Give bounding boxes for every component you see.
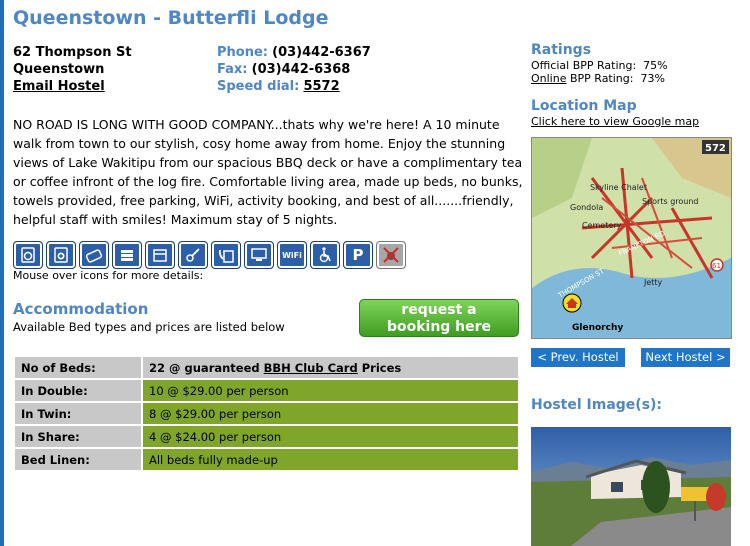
row-value: All beds fully made-up — [143, 449, 518, 470]
map-label: Jetty — [643, 278, 663, 287]
map-graphic: 572 Skyline Chalet Sports ground Gondola… — [532, 138, 731, 338]
hostel-photo[interactable] — [531, 427, 731, 546]
row-value: 4 @ $24.00 per person — [143, 426, 518, 447]
photo-graphic — [531, 427, 731, 546]
computer-icon[interactable] — [244, 241, 274, 269]
row-label: In Share: — [15, 426, 141, 447]
page-title: Queenstown - Butterfli Lodge — [13, 7, 329, 29]
accommodation-subtext: Available Bed types and prices are liste… — [13, 320, 285, 334]
left-accent-bar — [0, 0, 4, 546]
wheelchair-icon[interactable] — [310, 241, 340, 269]
street-address: 62 Thompson St — [13, 45, 132, 60]
fax-number: (03)442-6368 — [251, 62, 351, 77]
table-row: In Share: 4 @ $24.00 per person — [15, 426, 518, 447]
book-line2: booking here — [386, 319, 492, 335]
accommodation-heading: Accommodation — [13, 300, 149, 318]
beds-table: No of Beds: 22 @ guaranteed BBH Club Car… — [13, 355, 520, 472]
email-hostel-link[interactable]: Email Hostel — [13, 78, 132, 95]
kitchen-icon[interactable] — [145, 241, 175, 269]
beds-count-value: 22 @ guaranteed BBH Club Card Prices — [143, 357, 518, 378]
dryer-icon[interactable] — [46, 241, 76, 269]
wifi-icon[interactable]: WiFi — [277, 241, 307, 269]
location-map-heading: Location Map — [531, 98, 637, 114]
row-value: 10 @ $29.00 per person — [143, 380, 518, 401]
map-label: Skyline Chalet — [590, 183, 647, 192]
official-rating-label: Official BPP Rating: — [531, 59, 637, 72]
table-row: Bed Linen: All beds fully made-up — [15, 449, 518, 470]
map-label: 572 — [705, 143, 726, 154]
request-booking-button[interactable]: request a booking here — [359, 299, 519, 337]
location-map[interactable]: 572 Skyline Chalet Sports ground Gondola… — [531, 137, 732, 339]
row-value: 8 @ $29.00 per person — [143, 403, 518, 424]
no-pets-icon[interactable] — [376, 241, 406, 269]
speed-dial-link[interactable]: 5572 — [303, 79, 339, 94]
row-label: Bed Linen: — [15, 449, 141, 470]
phone-number: (03)442-6367 — [272, 45, 371, 60]
phone-card-icon[interactable] — [79, 241, 109, 269]
map-label: Gondola — [570, 203, 603, 212]
next-hostel-button[interactable]: Next Hostel > — [641, 348, 730, 367]
icons-hint: Mouse over icons for more details: — [13, 269, 204, 282]
contact-block: Phone: (03)442-6367 Fax: (03)442-6368 Sp… — [217, 44, 371, 95]
map-label: 61 — [712, 262, 721, 270]
hostel-description: NO ROAD IS LONG WITH GOOD COMPANY...that… — [13, 117, 523, 227]
speed-dial-label: Speed dial: — [217, 79, 300, 94]
row-label: In Double: — [15, 380, 141, 401]
phone-label: Phone: — [217, 45, 268, 60]
hostel-images-heading: Hostel Image(s): — [531, 397, 663, 413]
address-block: 62 Thompson St Queenstown Email Hostel — [13, 44, 132, 95]
prev-hostel-button[interactable]: < Prev. Hostel — [531, 348, 625, 367]
online-rating-label: BPP Rating: — [566, 72, 634, 85]
map-label: Cemetery — [582, 221, 622, 230]
google-map-link[interactable]: Click here to view Google map — [531, 115, 699, 128]
bbh-club-card-link[interactable]: BBH Club Card — [264, 361, 358, 375]
beds-count-text: 22 @ guaranteed — [149, 360, 264, 375]
official-rating-value: 75% — [643, 59, 668, 72]
map-label: Sports ground — [642, 197, 699, 206]
beds-count-label: No of Beds: — [15, 357, 141, 378]
row-label: In Twin: — [15, 403, 141, 424]
payphone-icon[interactable] — [211, 241, 241, 269]
city: Queenstown — [13, 62, 105, 77]
book-line1: request a — [401, 302, 477, 318]
map-label: Glenorchy — [572, 323, 623, 333]
fax-label: Fax: — [217, 62, 248, 77]
ratings-block: Official BPP Rating: 75% Online BPP Rati… — [531, 59, 668, 85]
table-row: In Double: 10 @ $29.00 per person — [15, 380, 518, 401]
ratings-heading: Ratings — [531, 42, 592, 58]
facility-icons: WiFi P — [13, 241, 406, 269]
online-rating-value: 73% — [640, 72, 665, 85]
parking-icon[interactable]: P — [343, 241, 373, 269]
beds-header-row: No of Beds: 22 @ guaranteed BBH Club Car… — [15, 357, 518, 378]
online-rating-link[interactable]: Online — [531, 72, 566, 85]
washer-icon[interactable] — [13, 241, 43, 269]
key-icon[interactable] — [178, 241, 208, 269]
beds-prices-text: Prices — [357, 360, 402, 375]
linen-icon[interactable] — [112, 241, 142, 269]
table-row: In Twin: 8 @ $29.00 per person — [15, 403, 518, 424]
